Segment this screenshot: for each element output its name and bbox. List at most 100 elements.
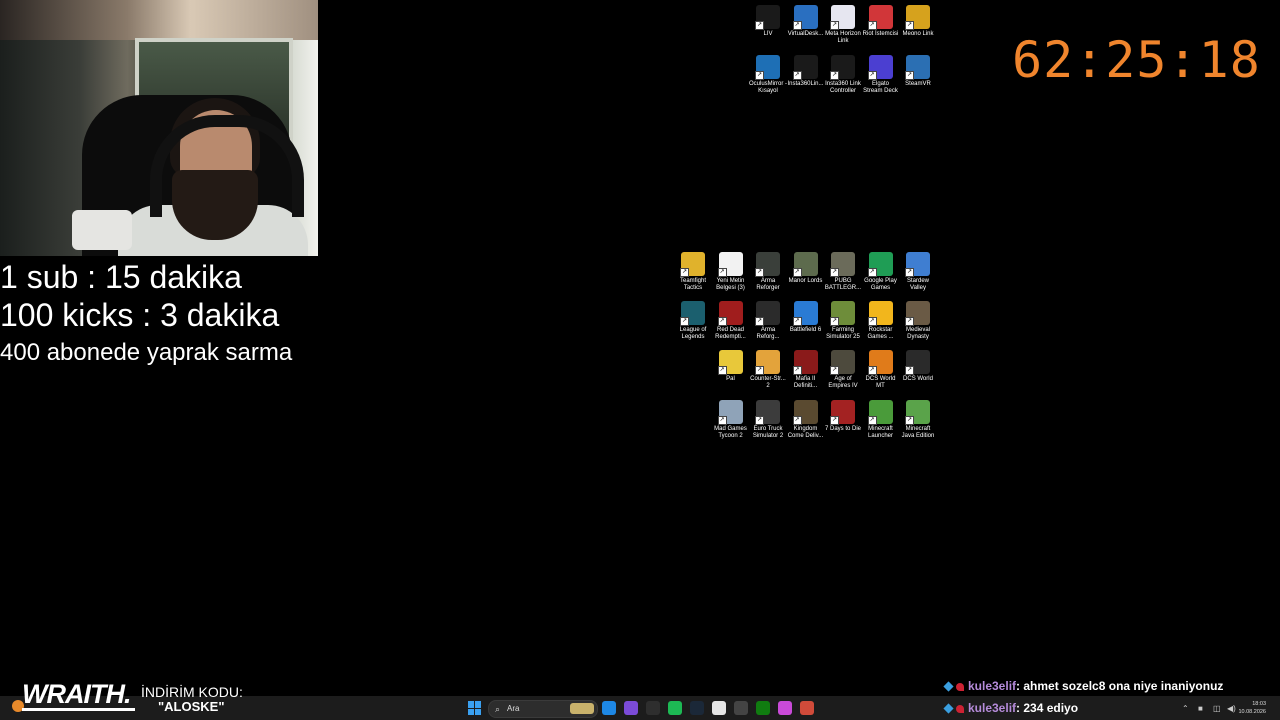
search-highlight-image (570, 703, 594, 714)
shortcut-arrow-icon: ↗ (830, 268, 839, 277)
desktop-shortcut[interactable]: ↗ Battlefield 6 (787, 301, 825, 334)
shortcut-arrow-icon: ↗ (717, 366, 727, 375)
shortcut-arrow-icon: ↗ (792, 21, 802, 30)
desktop-shortcut-label: League of Legends (679, 327, 707, 340)
shortcut-arrow-icon: ↗ (905, 268, 914, 277)
taskbar-app-icon[interactable] (756, 701, 770, 715)
webcam-headset (150, 115, 304, 217)
shortcut-arrow-icon: ↗ (830, 71, 839, 80)
desktop-shortcut[interactable]: ↗ Arma Reforg... (749, 301, 787, 341)
desktop-shortcut-label: Elgato Stream Deck (863, 81, 898, 94)
desktop-shortcut-label: OculusMirror - Kısayol (749, 81, 788, 94)
desktop-shortcut[interactable]: ↗ Mad Games Tycoon 2 (712, 400, 750, 440)
chat-username: kule3elif (968, 701, 1017, 715)
desktop-shortcut[interactable]: ↗ Kingdom Come Deliv... (787, 400, 825, 440)
desktop-shortcut-label: Medieval Dynasty (905, 327, 930, 340)
taskbar-app-icon[interactable] (690, 701, 704, 715)
discount-code-label: İNDİRİM KODU: (141, 684, 243, 700)
shortcut-arrow-icon: ↗ (905, 416, 914, 425)
desktop-shortcut[interactable]: ↗ Elgato Stream Deck (862, 55, 900, 95)
hand-badge-icon (956, 705, 964, 713)
desktop-shortcut[interactable]: ↗ LIV (749, 5, 787, 38)
desktop-shortcut[interactable]: ↗ Arma Reforger (749, 252, 787, 292)
taskbar-clock[interactable]: 18:03 10.08.2026 (1238, 700, 1266, 716)
shortcut-arrow-icon: ↗ (867, 366, 877, 375)
desktop-shortcut-label: DCS World (903, 376, 933, 382)
taskbar-app-icon[interactable] (734, 701, 748, 715)
shortcut-arrow-icon: ↗ (680, 317, 689, 326)
taskbar-app-icon[interactable] (800, 701, 814, 715)
desktop-shortcut[interactable]: ↗ OculusMirror - Kısayol (749, 55, 787, 95)
desktop-shortcut[interactable]: ↗ League of Legends (674, 301, 712, 341)
start-tile-icon (475, 708, 481, 715)
desktop-shortcut[interactable]: ↗ Yeni Metin Belgesi (3) (712, 252, 750, 292)
desktop-shortcut[interactable]: ↗ VirtualDesk... (787, 5, 825, 38)
desktop-shortcut-label: Insta360Lin... (787, 81, 824, 87)
desktop-shortcut[interactable]: ↗ Minecraft Java Edition (899, 400, 937, 440)
desktop-shortcut[interactable]: ↗ Stardew Valley (899, 252, 937, 292)
start-tile-icon (468, 701, 474, 708)
desktop-shortcut[interactable]: ↗ Insta360Lin... (787, 55, 825, 88)
webcam-microphone (72, 210, 132, 250)
desktop-shortcut[interactable]: ↗ Teamfight Tactics (674, 252, 712, 292)
desktop-shortcut-label: Arma Reforger (756, 278, 780, 291)
volume-icon[interactable]: ◀) (1227, 704, 1236, 713)
desktop-shortcut[interactable]: ↗ Mafia II Definiti... (787, 350, 825, 390)
desktop-shortcut[interactable]: ↗ SteamVR (899, 55, 937, 88)
desktop-shortcut[interactable]: ↗ Manor Lords (787, 252, 825, 285)
kingdom-come-icon: ↗ (792, 400, 818, 425)
desktop-shortcut-label: Manor Lords (788, 278, 823, 284)
desktop-shortcut[interactable]: ↗ Google Play Games (862, 252, 900, 292)
desktop-shortcut[interactable]: ↗ PUBG BATTLEGR... (824, 252, 862, 292)
taskbar-app-icon[interactable] (668, 701, 682, 715)
desktop-shortcut-label: Kingdom Come Deliv... (787, 426, 824, 439)
network-icon[interactable]: ◫ (1213, 704, 1221, 713)
clock-time: 18:03 (1252, 701, 1266, 707)
desktop-shortcut[interactable]: ↗ 7 Days to Die (824, 400, 862, 433)
taskbar-app-icon[interactable] (602, 701, 616, 715)
tray-chevron-icon[interactable]: ⌃ (1182, 704, 1189, 713)
desktop-shortcut[interactable]: ↗ Farming Simulator 25 (824, 301, 862, 341)
shortcut-arrow-icon: ↗ (792, 71, 802, 80)
sponsor-brand-logo: WRAITH. (22, 679, 131, 709)
insta360-icon: ↗ (792, 55, 818, 80)
desktop-shortcut[interactable]: ↗ Age of Empires IV (824, 350, 862, 390)
virtual-desktop-icon: ↗ (792, 5, 818, 30)
desktop-shortcut[interactable]: ↗ DCS World (899, 350, 937, 383)
clock-date: 10.08.2026 (1238, 709, 1266, 715)
shortcut-arrow-icon: ↗ (830, 317, 839, 326)
7dtd-icon: ↗ (830, 400, 855, 425)
desktop-shortcut[interactable]: ↗ Rockstar Games ... (862, 301, 900, 341)
riot-icon: ↗ (867, 5, 893, 30)
arma-icon: ↗ (755, 252, 780, 277)
shortcut-arrow-icon: ↗ (905, 71, 914, 80)
liv-icon: ↗ (755, 5, 780, 30)
desktop-shortcut[interactable]: ↗ Meta Horizon Link (824, 5, 862, 45)
chat-message: kule3elif: 234 ediyo (943, 701, 1078, 715)
desktop-shortcut-label: Euro Truck Simulator 2 (752, 426, 784, 439)
desktop-shortcut[interactable]: ↗ Meono Link (899, 5, 937, 38)
start-button[interactable] (468, 701, 482, 715)
desktop-shortcut[interactable]: ↗ Medieval Dynasty (899, 301, 937, 341)
desktop-shortcut[interactable]: ↗ Euro Truck Simulator 2 (749, 400, 787, 440)
desktop-shortcut-label: Yeni Metin Belgesi (3) (716, 278, 745, 291)
desktop-shortcut[interactable]: ↗ DCS World MT (862, 350, 900, 390)
taskbar-app-icon[interactable] (778, 701, 792, 715)
desktop-shortcut[interactable]: ↗ Pal (712, 350, 750, 383)
taskbar-app-icon[interactable] (624, 701, 638, 715)
meta-icon: ↗ (830, 5, 855, 30)
search-icon: ⌕ (495, 704, 501, 714)
desktop-shortcut[interactable]: ↗ Minecraft Launcher (862, 400, 900, 440)
desktop-shortcut[interactable]: ↗ Red Dead Redempti... (712, 301, 750, 341)
taskbar-app-icon[interactable] (646, 701, 660, 715)
tray-app-icon[interactable]: ■ (1198, 704, 1203, 713)
taskbar-app-icon[interactable] (712, 701, 726, 715)
taskbar-search-input[interactable]: ⌕ Ara (488, 700, 598, 718)
desktop-shortcut[interactable]: ↗ Insta360 Link Controller (824, 55, 862, 95)
desktop-shortcut[interactable]: ↗ Riot İstemcisi (862, 5, 900, 38)
webcam-feed (0, 0, 318, 256)
desktop-shortcut-label: Stardew Valley (906, 278, 929, 291)
desktop-shortcut[interactable]: ↗ Counter-Str... 2 (749, 350, 787, 390)
rdr-icon: ↗ (717, 301, 743, 326)
desktop-shortcut-label: Mad Games Tycoon 2 (714, 426, 747, 439)
